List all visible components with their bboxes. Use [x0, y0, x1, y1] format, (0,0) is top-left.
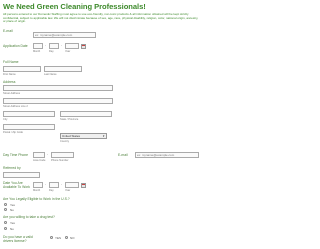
available-date-label: Date You Are Available To Work	[3, 181, 30, 189]
drug-test-yes-label: Yes	[10, 221, 15, 225]
drug-test-yes-radio[interactable]	[4, 221, 8, 225]
phone-separator: -	[47, 152, 49, 156]
email2-label: E-mail	[118, 153, 128, 157]
date-separator: -	[45, 43, 47, 47]
city-input[interactable]	[3, 111, 55, 117]
email-field[interactable]: ex: myname@example.com	[33, 32, 96, 38]
first-name-sublabel: First Name	[3, 73, 16, 76]
available-day-input[interactable]	[49, 182, 59, 188]
phone-number-sublabel: Phone Number	[51, 159, 69, 162]
state-sublabel: State / Province	[60, 118, 79, 121]
full-name-label: Full Name	[3, 60, 19, 64]
month-sublabel: Month	[33, 50, 41, 53]
date-separator: -	[45, 182, 47, 186]
state-input[interactable]	[60, 111, 112, 117]
email-placeholder: ex: myname@example.com	[35, 33, 73, 37]
referred-by-label: Referred by	[3, 166, 21, 170]
eligible-yes-label: Yes	[10, 203, 15, 207]
application-year-input[interactable]	[65, 43, 79, 49]
drug-test-no-label: No	[10, 227, 14, 231]
area-code-input[interactable]	[33, 152, 45, 158]
country-sublabel: Country	[60, 140, 70, 143]
day-sublabel: Day	[49, 50, 54, 53]
drug-test-label: Are you willing to take a drug test?	[3, 215, 55, 219]
referred-by-input[interactable]	[3, 172, 40, 178]
eligible-label: Are You Legally Eligible to Work in the …	[3, 197, 70, 201]
license-no-radio[interactable]	[65, 236, 69, 240]
country-select[interactable]: United States ▼	[60, 133, 107, 139]
eligible-no-label: No	[10, 208, 14, 212]
address-label: Address	[3, 80, 16, 84]
last-name-input[interactable]	[44, 66, 82, 72]
city-sublabel: City	[3, 118, 8, 121]
form-intro: All persons entered to our Domestic Staf…	[3, 12, 199, 24]
date-separator: -	[61, 182, 63, 186]
street-address-line2-input[interactable]	[3, 98, 113, 104]
phone-number-input[interactable]	[51, 152, 74, 158]
year-sublabel: Year	[65, 50, 71, 53]
calendar-icon[interactable]	[81, 43, 86, 49]
drug-test-no-radio[interactable]	[4, 227, 8, 231]
available-year-input[interactable]	[65, 182, 79, 188]
form-title: We Need Green Cleaning Professionals!	[3, 2, 146, 11]
email-label: E-mail	[3, 29, 13, 33]
street-address-line2-sublabel: Street Address Line 2	[3, 105, 28, 108]
application-date-label: Application Date	[3, 44, 28, 48]
postal-code-input[interactable]	[3, 124, 55, 130]
day-sublabel: Day	[49, 189, 54, 192]
license-yes-label: YES	[55, 236, 62, 240]
eligible-yes-radio[interactable]	[4, 203, 8, 207]
application-month-input[interactable]	[33, 43, 43, 49]
day-phone-label: Day Time Phone	[3, 153, 29, 157]
country-select-value: United States	[62, 134, 81, 138]
email2-field[interactable]: ex: myname@example.com	[135, 152, 199, 158]
street-address-sublabel: Street Address	[3, 92, 21, 95]
application-day-input[interactable]	[49, 43, 59, 49]
license-label: Do you have a valid drivers license?	[3, 235, 33, 243]
month-sublabel: Month	[33, 189, 41, 192]
date-separator: -	[61, 43, 63, 47]
eligible-no-radio[interactable]	[4, 208, 8, 212]
calendar-icon[interactable]	[81, 182, 86, 188]
license-no-label: NO	[70, 236, 75, 240]
last-name-sublabel: Last Name	[44, 73, 57, 76]
street-address-input[interactable]	[3, 85, 113, 91]
email2-placeholder: ex: myname@example.com	[137, 153, 175, 157]
first-name-input[interactable]	[3, 66, 41, 72]
license-yes-radio[interactable]	[50, 236, 54, 240]
postal-code-sublabel: Postal / Zip Code	[3, 131, 23, 134]
chevron-down-icon: ▼	[102, 135, 105, 138]
area-code-sublabel: Area Code	[33, 159, 46, 162]
available-month-input[interactable]	[33, 182, 43, 188]
year-sublabel: Year	[65, 189, 71, 192]
